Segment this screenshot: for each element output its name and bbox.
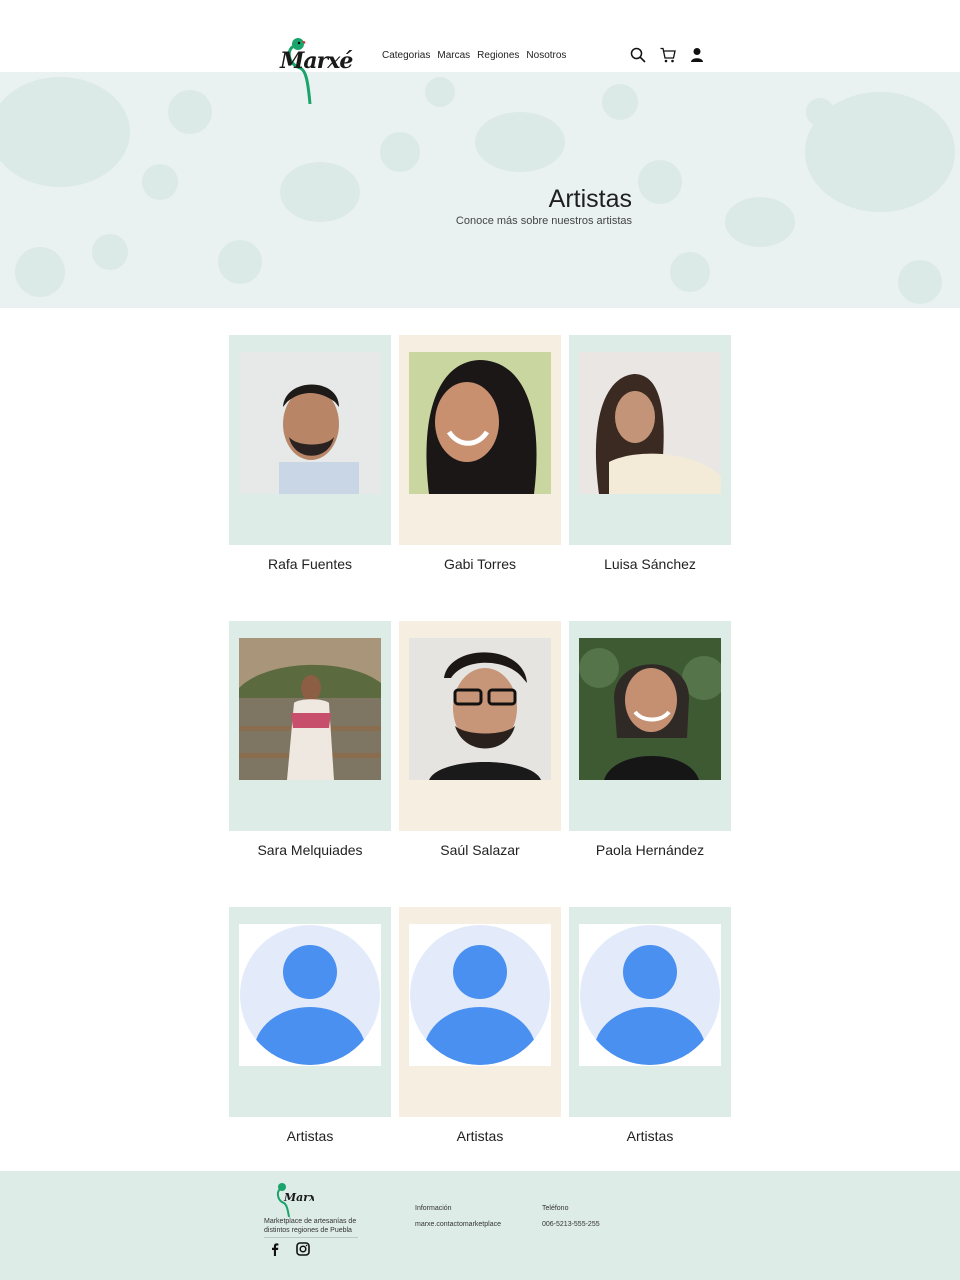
nav-regiones[interactable]: Regiones	[477, 50, 519, 61]
artist-photo	[239, 638, 381, 780]
facebook-icon[interactable]	[268, 1241, 282, 1256]
artist-name[interactable]: Gabi Torres	[399, 556, 561, 572]
footer-phone-label: Teléfono	[542, 1205, 569, 1212]
avatar-placeholder-icon	[239, 924, 381, 1066]
instagram-icon[interactable]	[296, 1241, 310, 1256]
footer-info-label: Información	[415, 1205, 452, 1212]
artist-name[interactable]: Paola Hernández	[569, 842, 731, 858]
artist-card[interactable]	[399, 335, 561, 545]
artist-name[interactable]: Rafa Fuentes	[229, 556, 391, 572]
artist-name[interactable]: Artistas	[569, 1128, 731, 1144]
brand-logo[interactable]: Marxé	[276, 34, 353, 108]
quetzal-icon: Marxé	[276, 1183, 323, 1218]
nav-categorias[interactable]: Categorias	[382, 50, 430, 61]
artist-name[interactable]: Sara Melquiades	[229, 842, 391, 858]
artist-name[interactable]: Artistas	[399, 1128, 561, 1144]
header-icons	[630, 47, 706, 63]
artist-card[interactable]	[399, 907, 561, 1117]
nav-marcas[interactable]: Marcas	[437, 50, 470, 61]
footer-description: Marketplace de artesanías de distintos r…	[264, 1218, 357, 1234]
page-subtitle: Conoce más sobre nuestros artistas	[455, 215, 632, 227]
artist-card[interactable]	[569, 621, 731, 831]
artist-name[interactable]: Saúl Salazar	[399, 842, 561, 858]
artist-card[interactable]	[569, 907, 731, 1117]
site-footer: Marxé Marketplace de artesanías de disti…	[0, 1171, 960, 1280]
artist-photo	[579, 638, 721, 780]
artist-photo	[239, 352, 381, 494]
search-icon[interactable]	[630, 47, 646, 63]
artist-card[interactable]	[229, 621, 391, 831]
footer-brand-name: Marxé	[283, 1191, 314, 1204]
artist-card[interactable]	[229, 907, 391, 1117]
artist-photo	[579, 352, 721, 494]
footer-logo[interactable]: Marxé	[270, 1181, 323, 1218]
artist-card[interactable]	[229, 335, 391, 545]
footer-info-value[interactable]: marxe.contactomarketplace	[415, 1221, 501, 1228]
artist-photo	[409, 352, 551, 494]
brand-name: Marxé	[280, 48, 353, 74]
footer-social	[268, 1241, 310, 1256]
artist-card[interactable]	[399, 621, 561, 831]
artist-name[interactable]: Luisa Sánchez	[569, 556, 731, 572]
site-header: Marxé Categorias Marcas Regiones Nosotro…	[0, 0, 960, 105]
cart-icon[interactable]	[660, 47, 676, 63]
avatar-placeholder-icon	[409, 924, 551, 1066]
user-icon[interactable]	[690, 47, 706, 63]
page-title: Artistas	[548, 185, 632, 213]
footer-divider	[264, 1237, 358, 1238]
main-nav: Categorias Marcas Regiones Nosotros	[382, 50, 566, 61]
artist-name[interactable]: Artistas	[229, 1128, 391, 1144]
footer-phone-value[interactable]: 006-5213-555-255	[542, 1221, 600, 1228]
hero-text: Artistas Conoce más sobre nuestros artis…	[0, 72, 960, 308]
nav-nosotros[interactable]: Nosotros	[526, 50, 566, 61]
artist-card[interactable]	[569, 335, 731, 545]
artist-photo	[409, 638, 551, 780]
avatar-placeholder-icon	[579, 924, 721, 1066]
